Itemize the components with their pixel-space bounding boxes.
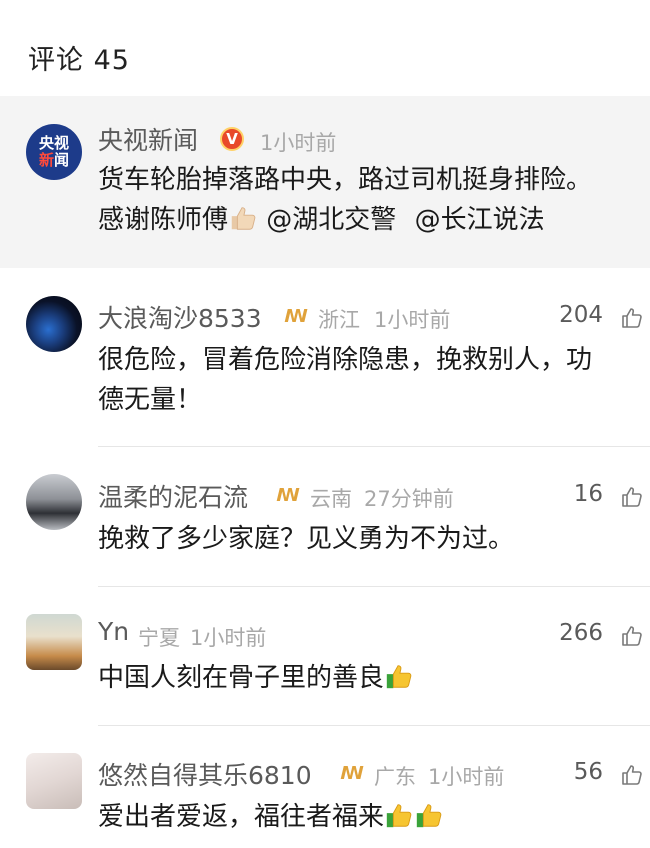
comment-location: 广东 (374, 765, 416, 789)
comment-location: 云南 (310, 487, 352, 511)
comment-location: 宁夏 (138, 626, 180, 650)
thumbs-up-emoji-icon (384, 661, 414, 691)
comment-author-name[interactable]: 温柔的泥石流 (98, 478, 248, 514)
pinned-text-line2: 感谢陈师傅 @湖北交警 @长江说法 (98, 200, 545, 240)
avatar[interactable] (26, 296, 82, 352)
like-count: 16 (573, 481, 603, 507)
like-icon[interactable] (620, 485, 644, 509)
comment-author-name[interactable]: 大浪淘沙8533 (98, 299, 262, 335)
comments-header: 评论 45 (0, 0, 650, 96)
comment-author-name[interactable]: Yn (98, 617, 129, 646)
mention-changjiang-law[interactable]: @长江说法 (415, 205, 545, 235)
avatar[interactable] (26, 753, 82, 809)
like-count: 266 (559, 620, 603, 646)
comments-title: 评论 45 (28, 45, 130, 76)
comment-text-line1: 中国人刻在骨子里的善良 (98, 658, 414, 698)
thumbs-up-emoji-icon (384, 800, 414, 830)
pinned-time: 1小时前 (260, 131, 337, 155)
pinned-post: 央视 新闻 央视新闻 V 1小时前 货车轮胎掉落路中央，路过司机挺身排险。 感谢… (0, 96, 650, 268)
pinned-text-thanks: 感谢陈师傅 (98, 205, 229, 235)
mention-hubei-police[interactable]: @湖北交警 (266, 205, 396, 235)
like-icon[interactable] (620, 306, 644, 330)
divider (98, 586, 650, 587)
divider (98, 446, 650, 447)
avatar[interactable] (26, 614, 82, 670)
comment-text-line1: 挽救了多少家庭？见义勇为不为过。 (98, 524, 515, 554)
comment-text-line1: 爱出者爱返，福往者福来 (98, 797, 444, 837)
vip-badge-icon: ꟿ (276, 484, 300, 506)
like-count: 56 (573, 759, 603, 785)
comment-text: 爱出者爱返，福往者福来 (98, 802, 385, 832)
comment-time: 1小时前 (190, 626, 267, 650)
comment-time: 1小时前 (428, 765, 505, 789)
like-icon[interactable] (620, 624, 644, 648)
comment-author-name[interactable]: 悠然自得其乐6810 (98, 756, 312, 792)
thumbs-up-emoji-icon (414, 800, 444, 830)
comment-time: 27分钟前 (364, 487, 454, 511)
pinned-text-line1: 货车轮胎掉落路中央，路过司机挺身排险。 (98, 165, 593, 195)
pinned-author-name[interactable]: 央视新闻 (98, 121, 198, 157)
vip-badge-icon: ꟿ (340, 762, 364, 784)
comment-text-line2: 德无量！ (98, 385, 203, 415)
avatar-line1: 央视 (38, 134, 69, 152)
divider (98, 725, 650, 726)
cctv-avatar[interactable]: 央视 新闻 (26, 124, 82, 180)
avatar[interactable] (26, 474, 82, 530)
comment-location: 浙江 (318, 308, 360, 332)
vip-badge-icon: ꟿ (284, 305, 308, 327)
comment-text-line1: 很危险，冒着危险消除隐患，挽救别人，功 (98, 345, 593, 375)
thumbs-up-emoji-icon (228, 203, 258, 233)
comment-time: 1小时前 (374, 308, 451, 332)
verified-badge-icon: V (220, 127, 244, 151)
like-icon[interactable] (620, 763, 644, 787)
comment-text: 中国人刻在骨子里的善良 (98, 663, 385, 693)
avatar-line2: 新闻 (38, 151, 70, 169)
like-count: 204 (559, 302, 603, 328)
